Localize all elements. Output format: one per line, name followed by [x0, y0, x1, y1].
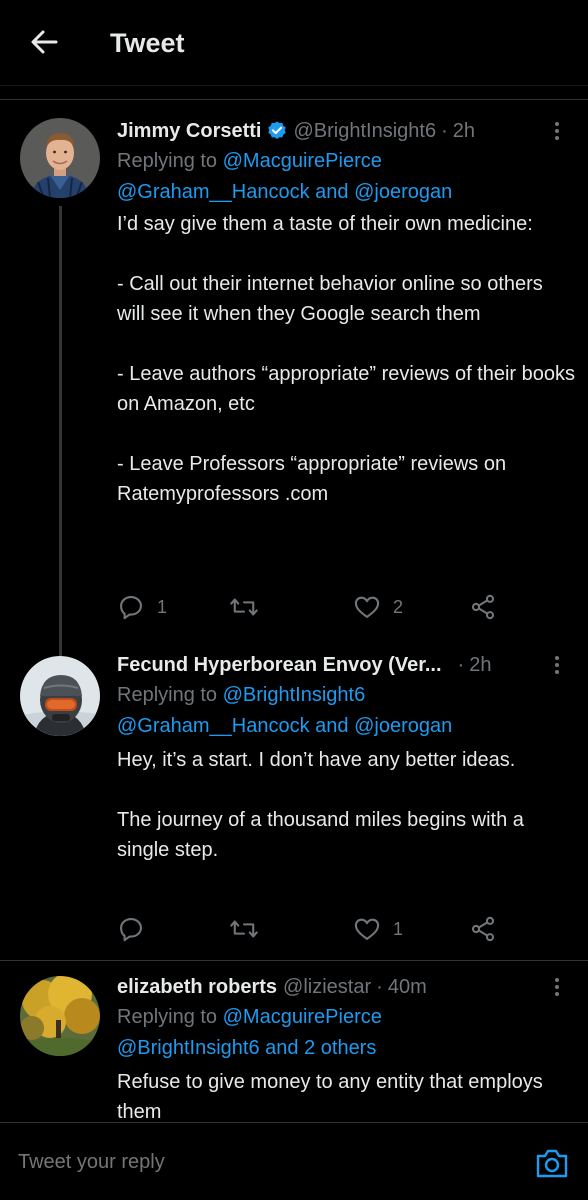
mention-link[interactable]: @MacguirePierce: [223, 1006, 382, 1028]
retweet-icon: [230, 598, 258, 616]
timestamp: 40m: [387, 976, 427, 998]
verified-badge-icon: [267, 121, 286, 139]
tweet-text: Refuse to give money to any entity that …: [117, 1071, 543, 1123]
reply-icon: [120, 918, 142, 942]
divider: [0, 960, 588, 961]
avatar[interactable]: [20, 118, 100, 198]
replying-to-label: Replying to: [117, 1006, 218, 1028]
thread-line: [59, 206, 62, 661]
retweet-button[interactable]: [229, 592, 259, 622]
author-name[interactable]: Jimmy Corsetti: [117, 116, 262, 146]
separator-dot: ·: [441, 120, 448, 142]
avatar[interactable]: [20, 976, 100, 1056]
tweet-header: elizabeth roberts @liziestar · 40m: [117, 972, 575, 1002]
separator-dot: ·: [457, 654, 465, 676]
share-button[interactable]: [469, 592, 497, 622]
replying-to-line2: @Graham__Hancock and @joerogan: [117, 711, 575, 742]
like-count: 2: [393, 596, 404, 617]
more-options-icon[interactable]: [554, 978, 560, 1000]
replying-to: Replying to @MacguirePierce: [117, 1002, 575, 1033]
tweet-text: I’d say give them a taste of their own m…: [117, 213, 576, 505]
tweet-text: Hey, it’s a start. I don’t have any bett…: [117, 749, 524, 861]
tweet-header: Jimmy Corsetti @BrightInsight6 · 2h: [117, 116, 575, 146]
heart-icon: [354, 596, 380, 618]
replying-to: Replying to @BrightInsight6: [117, 680, 575, 711]
reply-count: 1: [157, 596, 168, 617]
retweet-button[interactable]: [229, 914, 259, 944]
reply-button[interactable]: 1: [117, 592, 167, 622]
share-button[interactable]: [469, 914, 497, 944]
reply-icon: [120, 596, 142, 620]
replying-to: Replying to @MacguirePierce: [117, 146, 575, 177]
author-name[interactable]: Fecund Hyperborean Envoy (Ver...: [117, 650, 442, 680]
tweet-actions: 1 2: [117, 592, 497, 622]
camera-icon: [536, 1149, 568, 1178]
heart-icon: [354, 918, 380, 940]
reply-composer: [0, 1122, 588, 1200]
share-icon: [471, 594, 495, 620]
like-button[interactable]: 1: [353, 914, 403, 944]
top-app-bar: Tweet: [0, 0, 588, 86]
like-count: 1: [393, 918, 404, 939]
mention-links[interactable]: @Graham__Hancock and @joerogan: [117, 715, 452, 737]
retweet-icon: [230, 920, 258, 938]
arrow-left-icon: [31, 30, 58, 54]
author-name[interactable]: elizabeth roberts: [117, 972, 277, 1002]
tweet-actions: 1: [117, 914, 497, 944]
more-options-icon[interactable]: [554, 122, 560, 144]
reply-button[interactable]: [117, 914, 145, 944]
like-button[interactable]: 2: [353, 592, 403, 622]
back-button[interactable]: [28, 26, 60, 58]
timestamp: 2h: [452, 120, 476, 142]
replying-to-line2: @Graham__Hancock and @joerogan: [117, 177, 575, 208]
replying-to-line2: @BrightInsight6 and 2 others: [117, 1033, 575, 1064]
mention-links[interactable]: @BrightInsight6 and 2 others: [117, 1037, 376, 1059]
separator-dot: ·: [376, 976, 383, 998]
author-handle[interactable]: @liziestar: [283, 972, 371, 1002]
camera-button[interactable]: [534, 1145, 570, 1181]
mention-links[interactable]: @Graham__Hancock and @joerogan: [117, 181, 452, 203]
page-title: Tweet: [110, 28, 185, 58]
mention-link[interactable]: @MacguirePierce: [223, 150, 382, 172]
more-options-icon[interactable]: [554, 656, 560, 678]
replying-to-label: Replying to: [117, 684, 218, 706]
reply-input[interactable]: [18, 1145, 478, 1179]
author-handle[interactable]: @BrightInsight6: [294, 116, 437, 146]
timestamp: 2h: [469, 654, 492, 676]
replying-to-label: Replying to: [117, 150, 218, 172]
mention-link[interactable]: @BrightInsight6: [223, 684, 366, 706]
share-icon: [471, 916, 495, 942]
tweet-header: Fecund Hyperborean Envoy (Ver... · 2h: [117, 650, 575, 680]
avatar[interactable]: [20, 656, 100, 736]
divider: [0, 99, 588, 100]
